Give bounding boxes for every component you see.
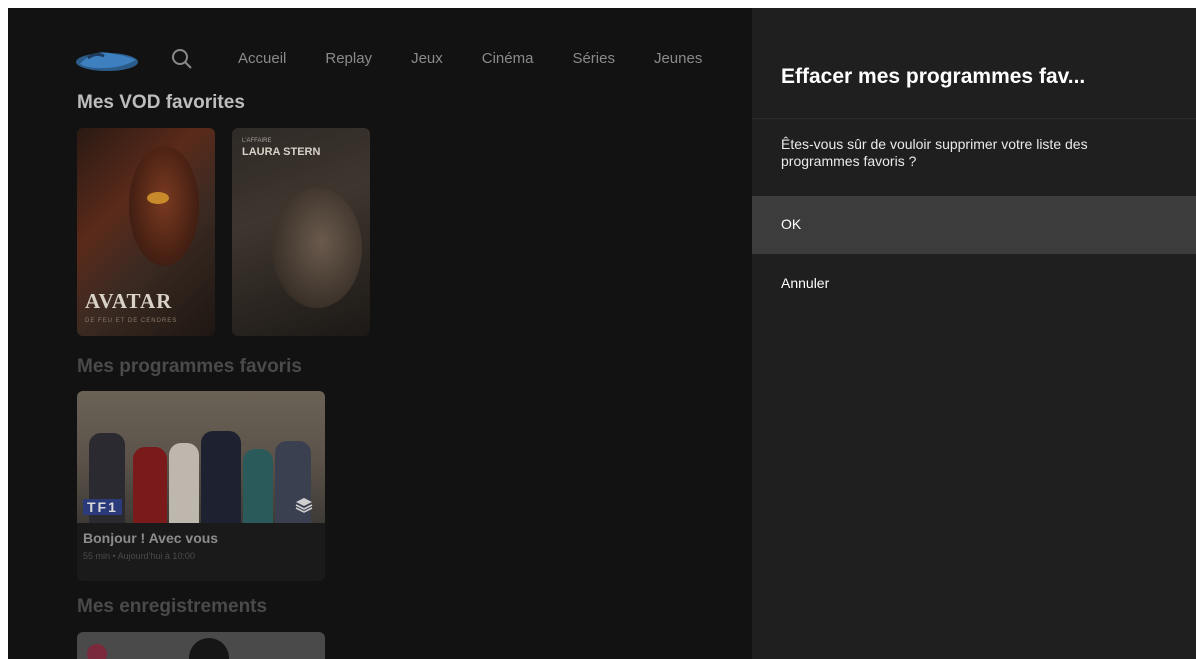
confirm-dialog-panel: Effacer mes programmes fav... Êtes-vous … bbox=[752, 8, 1196, 659]
nav-item-replay[interactable]: Replay bbox=[325, 50, 372, 67]
poster-kicker: L'AFFAIRE bbox=[242, 138, 272, 144]
nav-item-jeux[interactable]: Jeux bbox=[411, 50, 443, 67]
home-background: Accueil Replay Jeux Cinéma Séries Jeunes… bbox=[8, 8, 752, 659]
stack-icon bbox=[295, 498, 313, 513]
recording-thumbnail bbox=[189, 638, 229, 659]
section-title-recordings: Mes enregistrements bbox=[77, 596, 268, 617]
poster-title: LAURA STERN bbox=[242, 146, 321, 158]
divider bbox=[752, 118, 1196, 119]
nav-item-cinema[interactable]: Cinéma bbox=[482, 50, 534, 67]
poster-artwork bbox=[272, 188, 362, 308]
channel-logo: TF1 bbox=[83, 499, 122, 515]
dialog-title: Effacer mes programmes fav... bbox=[781, 65, 1086, 88]
nav-item-series[interactable]: Séries bbox=[572, 50, 615, 67]
main-nav: Accueil Replay Jeux Cinéma Séries Jeunes bbox=[238, 50, 741, 67]
ok-button-label: OK bbox=[781, 216, 802, 232]
presenter bbox=[201, 431, 241, 523]
poster-title: AVATAR bbox=[85, 289, 173, 313]
presenter bbox=[133, 447, 167, 523]
cancel-button[interactable]: Annuler bbox=[752, 255, 1196, 313]
dialog-message: Êtes-vous sûr de vouloir supprimer votre… bbox=[781, 136, 1088, 169]
program-thumbnail: TF1 bbox=[77, 391, 325, 523]
tv-screen: Accueil Replay Jeux Cinéma Séries Jeunes… bbox=[8, 8, 1196, 659]
app-logo[interactable] bbox=[74, 46, 140, 74]
nav-item-accueil[interactable]: Accueil bbox=[238, 50, 286, 67]
cancel-button-label: Annuler bbox=[781, 275, 830, 291]
program-meta: 55 min • Aujourd'hui à 10:00 bbox=[83, 551, 195, 561]
poster-subtitle: DE FEU ET DE CENDRES bbox=[85, 318, 178, 324]
presenter bbox=[243, 449, 273, 523]
section-title-vod: Mes VOD favorites bbox=[77, 92, 245, 113]
poster-artwork bbox=[129, 146, 199, 266]
record-icon bbox=[87, 644, 107, 659]
program-title: Bonjour ! Avec vous bbox=[83, 530, 219, 546]
search-icon[interactable] bbox=[171, 48, 193, 70]
section-title-programs: Mes programmes favoris bbox=[77, 356, 302, 377]
program-card[interactable]: TF1 Bonjour ! Avec vous 55 min • Aujourd… bbox=[77, 391, 325, 581]
recording-card[interactable] bbox=[77, 632, 325, 659]
vod-poster-avatar[interactable]: AVATAR DE FEU ET DE CENDRES bbox=[77, 128, 215, 336]
poster-eye bbox=[147, 192, 169, 204]
presenter bbox=[169, 443, 199, 523]
nav-item-jeunes[interactable]: Jeunes bbox=[654, 50, 702, 67]
vod-poster-laura-stern[interactable]: L'AFFAIRE LAURA STERN bbox=[232, 128, 370, 336]
ok-button[interactable]: OK bbox=[752, 196, 1196, 254]
